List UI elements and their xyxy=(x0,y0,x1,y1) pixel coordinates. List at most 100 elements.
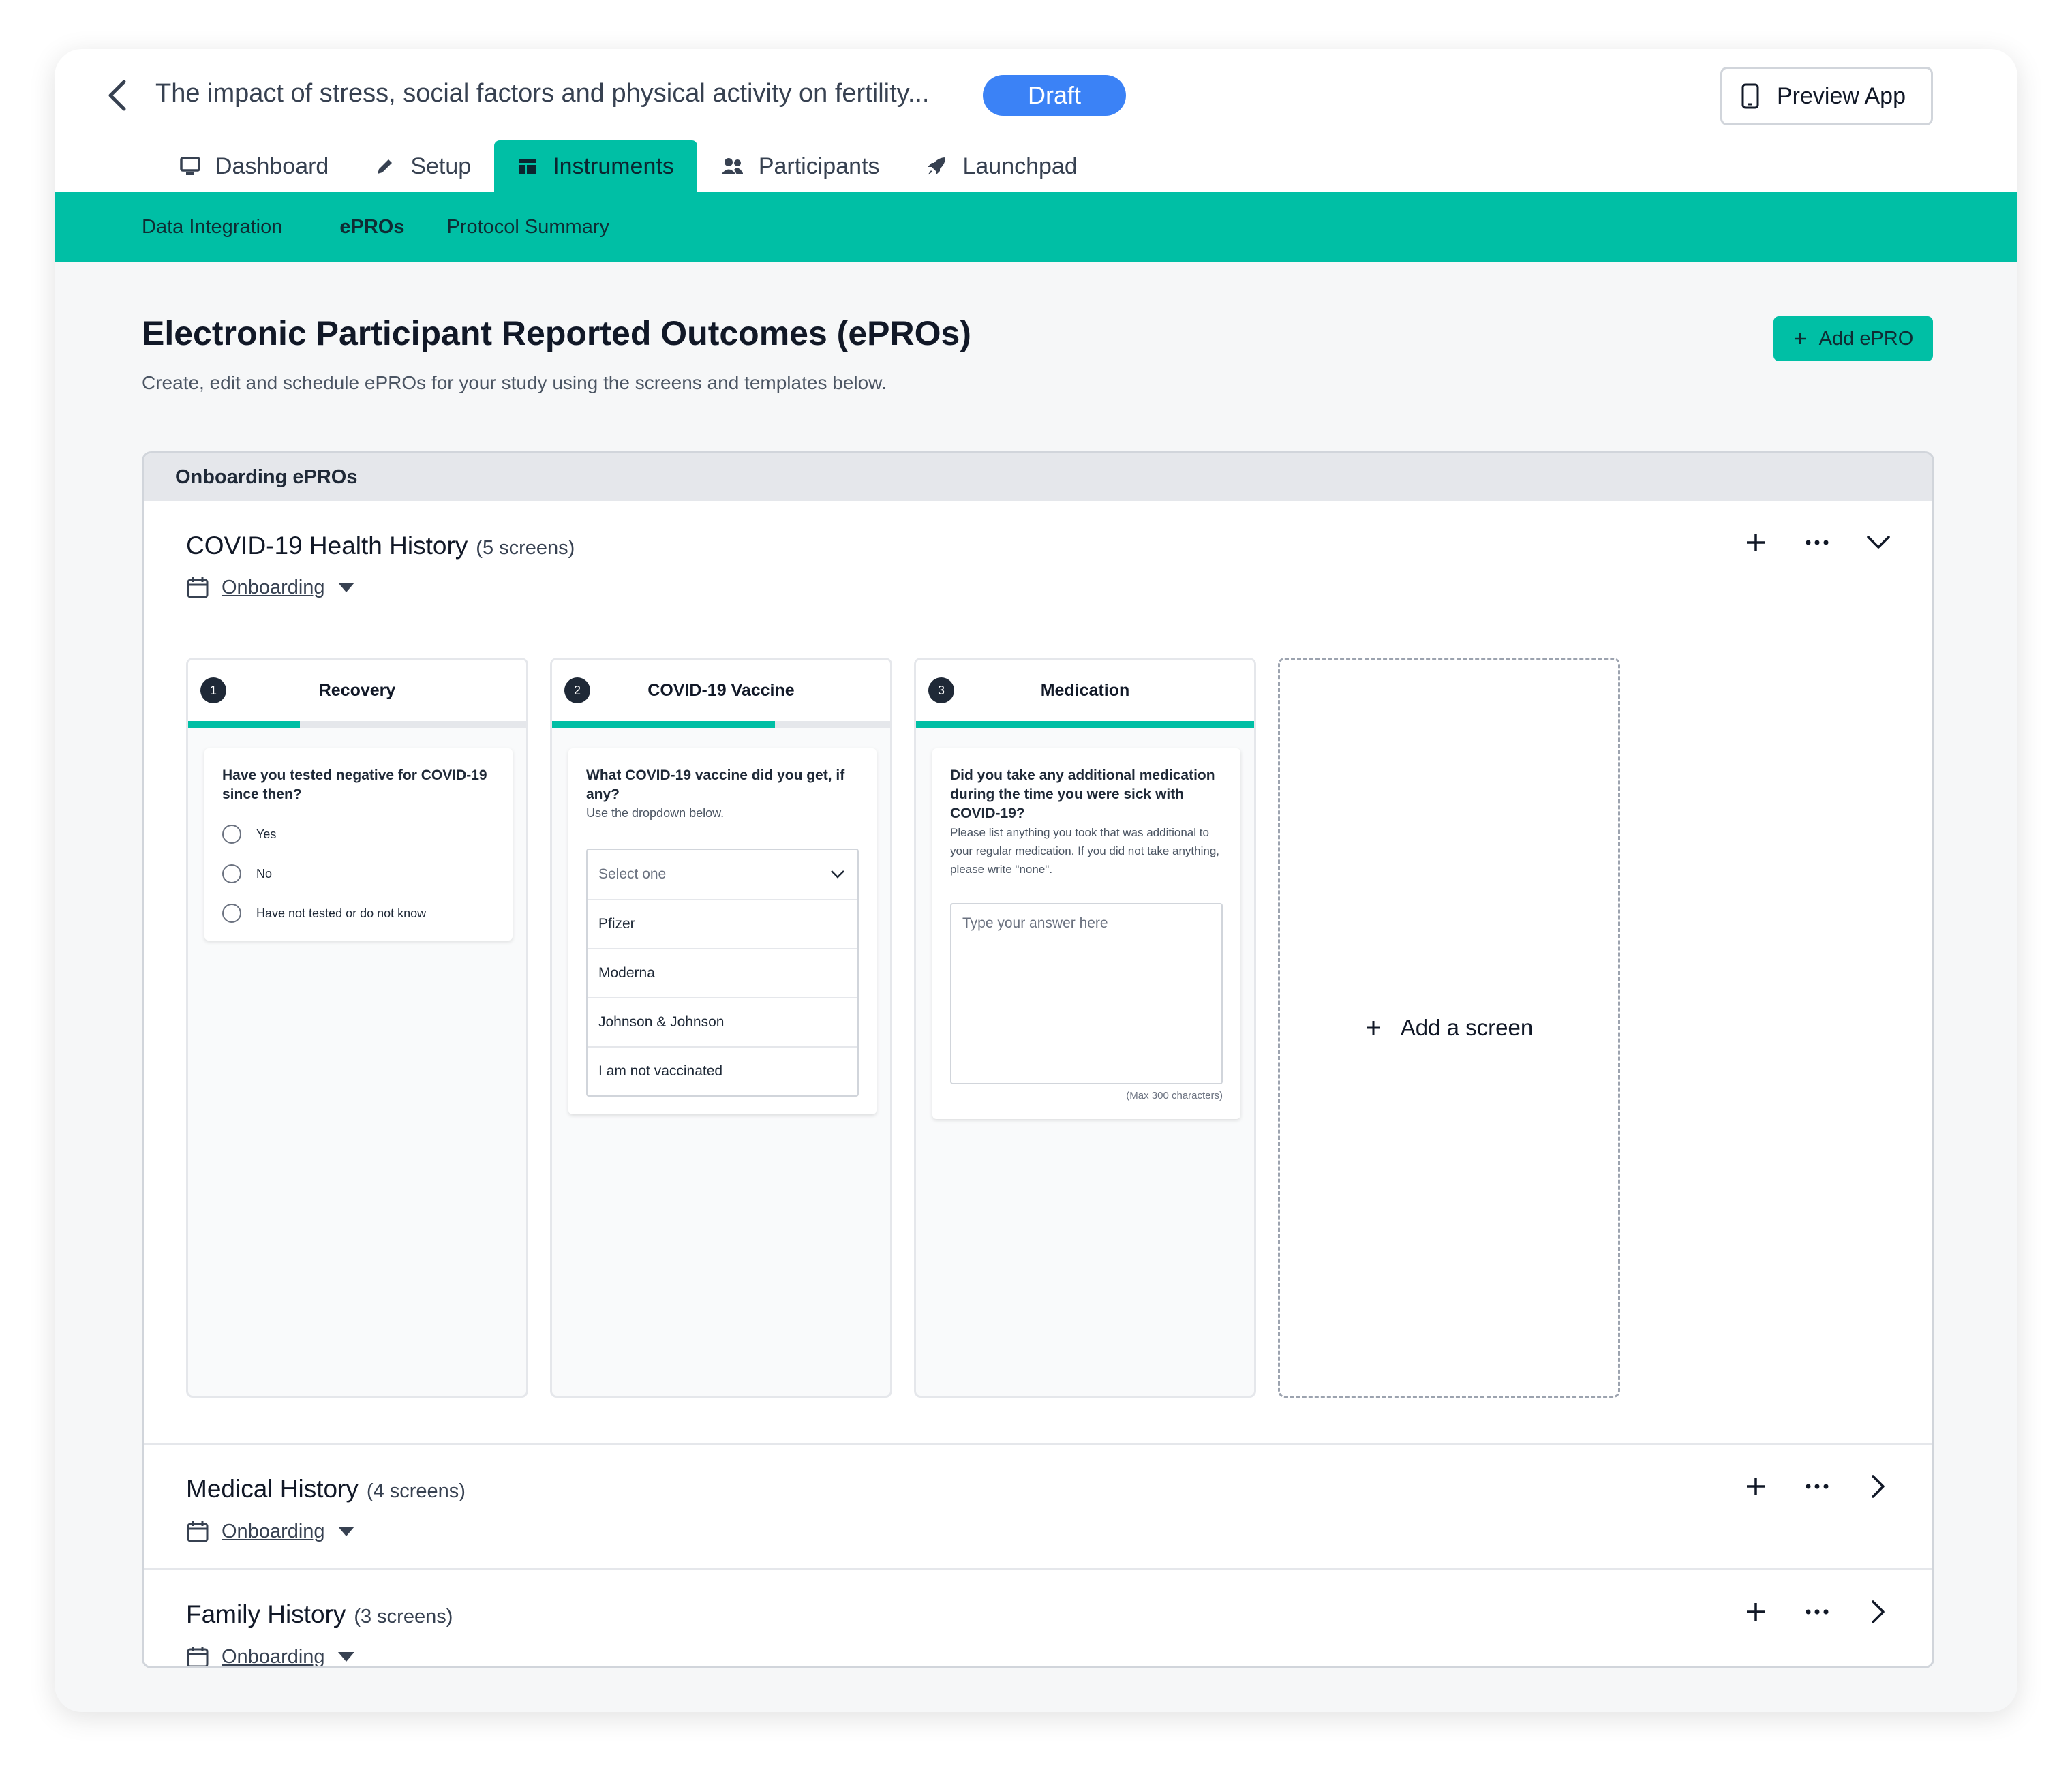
tab-label: Setup xyxy=(410,153,472,179)
schedule-dropdown[interactable]: Onboarding xyxy=(186,1645,355,1668)
chevron-down-icon[interactable] xyxy=(1865,530,1891,555)
chevron-right-icon[interactable] xyxy=(1865,1473,1891,1499)
question-hint: Please list anything you took that was a… xyxy=(950,826,1220,876)
group-title[interactable]: COVID-19 Health History (5 screens) xyxy=(186,532,575,560)
calendar-icon xyxy=(187,1647,209,1666)
schedule-label: Onboarding xyxy=(222,576,325,598)
schedule-dropdown[interactable]: Onboarding xyxy=(186,1520,355,1543)
card-header: 1 Recovery xyxy=(188,660,526,721)
step-number: 3 xyxy=(928,677,954,703)
card-title: Medication xyxy=(1040,680,1130,700)
screen-card-covid-vaccine[interactable]: 2 COVID-19 Vaccine What COVID-19 vaccine… xyxy=(550,658,892,1398)
tab-label: Participants xyxy=(758,153,880,179)
epro-group-covid: COVID-19 Health History (5 screens) Onboa… xyxy=(144,501,1932,1445)
schedule-label: Onboarding xyxy=(222,1645,325,1668)
tab-participants[interactable]: Participants xyxy=(697,140,903,192)
plus-icon xyxy=(1794,333,1806,344)
group-title-text: Medical History xyxy=(186,1475,359,1503)
dropdown-option[interactable]: Pfizer xyxy=(588,899,857,948)
pencil-icon xyxy=(378,159,393,174)
progress-bar xyxy=(188,721,526,728)
option-label: Have not tested or do not know xyxy=(256,906,427,920)
add-screen-icon[interactable] xyxy=(1743,1473,1769,1499)
question-text: Did you take any additional medication d… xyxy=(950,767,1215,821)
table-icon xyxy=(519,159,536,174)
question-hint: Use the dropdown below. xyxy=(586,806,725,820)
more-options-icon[interactable] xyxy=(1804,1599,1830,1625)
dropdown-option[interactable]: I am not vaccinated xyxy=(588,1046,857,1095)
subnav-protocol-summary[interactable]: Protocol Summary xyxy=(446,216,609,239)
tab-label: Dashboard xyxy=(215,153,329,179)
group-title[interactable]: Family History (3 screens) xyxy=(186,1600,453,1629)
app-window: The impact of stress, social factors and… xyxy=(55,49,2017,1712)
status-badge: Draft xyxy=(983,75,1126,116)
schedule-label: Onboarding xyxy=(222,1520,325,1542)
dropdown-option[interactable]: Johnson & Johnson xyxy=(588,997,857,1046)
calendar-icon xyxy=(187,1521,209,1542)
vaccine-dropdown[interactable]: Select one Pfizer Moderna Johnson & John… xyxy=(586,849,859,1097)
card-title: COVID-19 Vaccine xyxy=(648,680,795,700)
caret-down-icon xyxy=(337,1652,354,1662)
option-label: Yes xyxy=(256,827,277,841)
back-button[interactable] xyxy=(97,75,138,116)
screen-count: (5 screens) xyxy=(476,537,575,559)
screen-card-medication[interactable]: 3 Medication Did you take any additional… xyxy=(914,658,1256,1398)
radio-option[interactable]: Have not tested or do not know xyxy=(222,904,495,923)
progress-bar xyxy=(916,721,1254,728)
add-epro-label: Add ePRO xyxy=(1818,327,1914,350)
screen-card-recovery[interactable]: 1 Recovery Have you tested negative for … xyxy=(186,658,528,1398)
progress-fill xyxy=(188,721,300,728)
screen-count: (3 screens) xyxy=(354,1606,453,1628)
dropdown-option[interactable]: Moderna xyxy=(588,948,857,997)
monitor-icon xyxy=(180,157,200,175)
subnav-epros[interactable]: ePROs xyxy=(339,216,404,239)
radio-circle xyxy=(222,904,241,923)
group-actions xyxy=(1743,1473,1891,1499)
option-label: No xyxy=(256,866,273,881)
tab-setup[interactable]: Setup xyxy=(352,140,494,192)
group-title-text: Family History xyxy=(186,1600,346,1628)
study-title: The impact of stress, social factors and… xyxy=(155,79,930,108)
question-box: Have you tested negative for COVID-19 si… xyxy=(204,748,513,941)
dropdown-select[interactable]: Select one xyxy=(588,850,857,899)
dropdown-placeholder: Select one xyxy=(598,866,667,882)
chevron-left-icon xyxy=(108,80,126,111)
preview-app-button[interactable]: Preview App xyxy=(1720,67,1933,125)
step-number: 1 xyxy=(200,677,226,703)
radio-circle xyxy=(222,864,241,883)
radio-circle xyxy=(222,825,241,844)
schedule-dropdown[interactable]: Onboarding xyxy=(186,576,355,599)
caret-down-icon xyxy=(337,1527,354,1536)
question-box: What COVID-19 vaccine did you get, if an… xyxy=(568,748,877,1114)
add-screen-icon[interactable] xyxy=(1743,1599,1769,1625)
group-actions xyxy=(1743,530,1891,555)
group-actions xyxy=(1743,1599,1891,1625)
page-subtitle: Create, edit and schedule ePROs for your… xyxy=(142,372,887,393)
question-text: Have you tested negative for COVID-19 si… xyxy=(222,767,487,802)
tab-label: Instruments xyxy=(553,153,674,179)
answer-textarea[interactable]: Type your answer here xyxy=(950,903,1223,1084)
calendar-icon xyxy=(187,577,209,598)
radio-option[interactable]: No xyxy=(222,864,495,883)
epro-group-family-history: Family History (3 screens) Onboarding xyxy=(144,1570,1932,1668)
chevron-right-icon[interactable] xyxy=(1865,1599,1891,1625)
tab-label: Launchpad xyxy=(962,153,1078,179)
add-screen-button[interactable]: Add a screen xyxy=(1278,658,1620,1398)
top-bar: The impact of stress, social factors and… xyxy=(55,49,2017,192)
add-screen-icon[interactable] xyxy=(1743,530,1769,555)
preview-app-label: Preview App xyxy=(1777,82,1906,109)
step-number: 2 xyxy=(564,677,590,703)
group-title[interactable]: Medical History (4 screens) xyxy=(186,1475,466,1503)
more-options-icon[interactable] xyxy=(1804,530,1830,555)
tab-launchpad[interactable]: Launchpad xyxy=(902,140,1100,192)
add-epro-button[interactable]: Add ePRO xyxy=(1773,316,1933,361)
phone-icon xyxy=(1741,83,1759,109)
more-options-icon[interactable] xyxy=(1804,1473,1830,1499)
subnav-data-integration[interactable]: Data Integration xyxy=(142,216,282,239)
page-title: Electronic Participant Reported Outcomes… xyxy=(142,314,971,352)
add-screen-label: Add a screen xyxy=(1400,1015,1534,1040)
tab-instruments[interactable]: Instruments xyxy=(494,140,697,192)
character-limit: (Max 300 characters) xyxy=(1126,1090,1223,1101)
radio-option[interactable]: Yes xyxy=(222,825,495,844)
tab-dashboard[interactable]: Dashboard xyxy=(157,140,352,192)
